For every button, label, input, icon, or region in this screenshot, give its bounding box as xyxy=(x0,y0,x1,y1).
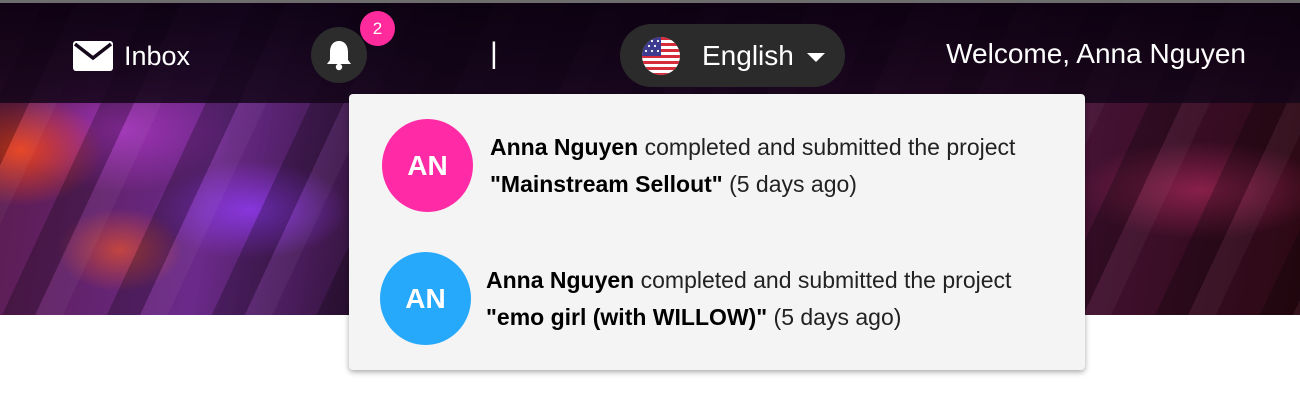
chevron-down-icon xyxy=(807,53,825,62)
bell-icon xyxy=(327,41,351,71)
notification-project: "emo girl (with WILLOW)" xyxy=(486,303,768,330)
inbox-link[interactable]: Inbox xyxy=(72,40,190,72)
notification-user: Anna Nguyen xyxy=(486,266,635,293)
notification-action: completed and submitted the project xyxy=(644,133,1016,160)
notification-action: completed and submitted the project xyxy=(640,266,1012,293)
notification-text: Anna Nguyen completed and submitted the … xyxy=(490,129,1050,203)
top-navigation-bar: Inbox 2 | English Welcome, Anna Nguyen xyxy=(0,0,1300,103)
notification-time: (5 days ago) xyxy=(729,170,857,197)
notification-count-badge: 2 xyxy=(360,11,395,46)
notification-item[interactable]: AN Anna Nguyen completed and submitted t… xyxy=(380,252,1054,345)
notification-text: Anna Nguyen completed and submitted the … xyxy=(486,262,1054,336)
language-selector[interactable]: English xyxy=(620,24,845,87)
avatar: AN xyxy=(382,119,473,212)
header-divider: | xyxy=(490,37,498,70)
language-label: English xyxy=(702,39,794,71)
notifications-dropdown: AN Anna Nguyen completed and submitted t… xyxy=(349,94,1085,370)
envelope-icon xyxy=(73,41,113,71)
inbox-label: Inbox xyxy=(124,40,191,71)
notification-user: Anna Nguyen xyxy=(490,133,639,160)
notification-item[interactable]: AN Anna Nguyen completed and submitted t… xyxy=(382,119,1050,212)
welcome-message: Welcome, Anna Nguyen xyxy=(946,38,1246,69)
avatar: AN xyxy=(380,252,471,345)
us-flag-icon xyxy=(642,36,680,75)
notification-time: (5 days ago) xyxy=(773,303,902,330)
notification-project: "Mainstream Sellout" xyxy=(490,170,723,197)
notifications-button[interactable] xyxy=(311,27,367,83)
